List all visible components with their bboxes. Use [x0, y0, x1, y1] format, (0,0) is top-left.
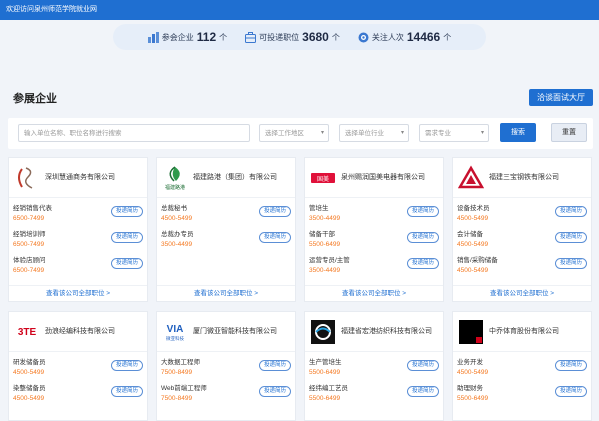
job-item: 大数据工程师 7500-8499 投递简历 [157, 356, 295, 380]
apply-button[interactable]: 投递简历 [407, 206, 439, 217]
job-item: 会计储备 4500-5499 投递简历 [453, 228, 591, 252]
apply-button[interactable]: 投递简历 [111, 232, 143, 243]
svg-text:VIA: VIA [167, 324, 184, 335]
job-item: 经纬编工艺员 5500-6499 投递简历 [305, 382, 443, 406]
apply-button[interactable]: 投递简历 [555, 206, 587, 217]
stat-views: 关注人次 14466 个 [358, 30, 451, 44]
job-item: 总裁办专员 3500-4499 投递简历 [157, 228, 295, 252]
company-logo: 3TE [13, 318, 41, 346]
company-grid: 深圳慧通商务有限公司 经销销售代表 6500-7499 投递简历 经销培训师 6… [8, 157, 593, 421]
buildings-icon [147, 31, 159, 43]
apply-button[interactable]: 投递简历 [407, 360, 439, 371]
company-card: 福建三宝钢铁有限公司 设备技术员 4500-5499 投递简历 会计储备 450… [452, 157, 592, 302]
apply-button[interactable]: 投递简历 [555, 258, 587, 269]
apply-button[interactable]: 投递简历 [259, 232, 291, 243]
apply-button[interactable]: 投递简历 [555, 386, 587, 397]
svg-text:3TE: 3TE [18, 327, 37, 338]
job-item: 生产管培生 5500-6499 投递简历 [305, 356, 443, 380]
top-bar: 欢迎访问泉州师范学院就业网 [0, 0, 599, 20]
apply-button[interactable]: 投递简历 [111, 258, 143, 269]
filter-bar: 输入单位名称、职位名称进行搜索 选择工作地区 ▾ 选择单位行业 ▾ 需求专业 ▾ 搜索… [8, 118, 593, 149]
keyword-search-input[interactable]: 输入单位名称、职位名称进行搜索 [18, 124, 250, 142]
chevron-down-icon: ▾ [320, 130, 324, 136]
eye-icon [358, 32, 369, 43]
company-name[interactable]: 厦门微亚智能科技有限公司 [193, 327, 277, 336]
stats-bar: 参会企业 112 个 可投递职位 3680 个 关注人次 14466 个 [113, 24, 486, 50]
welcome-text: 欢迎访问泉州师范学院就业网 [6, 6, 97, 13]
company-logo [457, 164, 485, 192]
apply-button[interactable]: 投递简历 [111, 360, 143, 371]
briefcase-icon [245, 31, 257, 43]
company-logo: 福建路港 [161, 164, 189, 192]
company-logo [13, 164, 41, 192]
company-logo: 国美 [309, 164, 337, 192]
apply-button[interactable]: 投递简历 [259, 360, 291, 371]
search-button[interactable]: 搜索 [500, 123, 536, 142]
job-item: 体验店顾问 6500-7499 投递简历 [9, 254, 147, 278]
company-name[interactable]: 中乔体育股份有限公司 [489, 327, 559, 336]
apply-button[interactable]: 投递简历 [407, 258, 439, 269]
section-title: 参展企业 [13, 93, 57, 105]
stat-positions: 可投递职位 3680 个 [245, 30, 340, 44]
company-card: 深圳慧通商务有限公司 经销销售代表 6500-7499 投递简历 经销培训师 6… [8, 157, 148, 302]
interview-hall-button[interactable]: 洽谈面试大厅 [529, 89, 593, 106]
job-item: 总裁秘书 4500-5499 投递简历 [157, 202, 295, 226]
apply-button[interactable]: 投递简历 [555, 360, 587, 371]
company-logo [309, 318, 337, 346]
job-item: 业务开发 4500-5499 投递简历 [453, 356, 591, 380]
area-select[interactable]: 选择工作地区 ▾ [259, 124, 329, 142]
company-name[interactable]: 福建三宝钢铁有限公司 [489, 173, 559, 182]
job-item: 研发储备员 4500-5499 投递简历 [9, 356, 147, 380]
apply-button[interactable]: 投递简历 [407, 386, 439, 397]
company-logo [457, 318, 485, 346]
view-all-jobs-link[interactable]: 查看该公司全部职位 > [305, 285, 443, 301]
apply-button[interactable]: 投递简历 [407, 232, 439, 243]
chevron-down-icon: ▾ [400, 130, 404, 136]
company-logo: VIA 微亚科技 [161, 318, 189, 346]
company-card: 福建路港 福建路港（集团）有限公司 总裁秘书 4500-5499 投递简历 总裁… [156, 157, 296, 302]
company-name[interactable]: 劲浪经编科技有限公司 [45, 327, 115, 336]
apply-button[interactable]: 投递简历 [259, 386, 291, 397]
company-name[interactable]: 福建省宏港纺织科技有限公司 [341, 327, 432, 336]
view-all-jobs-link[interactable]: 查看该公司全部职位 > [453, 285, 591, 301]
company-card: 国美 泉州赐润国美电器有限公司 管培生 3500-4499 投递简历 储备干部 … [304, 157, 444, 302]
job-item: 助理财务 5500-6499 投递简历 [453, 382, 591, 406]
company-name[interactable]: 泉州赐润国美电器有限公司 [341, 173, 425, 182]
major-select[interactable]: 需求专业 ▾ [419, 124, 489, 142]
job-item: 运营专员/主管 3500-4499 投递简历 [305, 254, 443, 278]
job-item: 染整储备员 4500-5499 投递简历 [9, 382, 147, 406]
company-name[interactable]: 福建路港（集团）有限公司 [193, 173, 277, 182]
job-item: 经销销售代表 6500-7499 投递简历 [9, 202, 147, 226]
svg-text:福建路港: 福建路港 [165, 184, 185, 191]
svg-text:微亚科技: 微亚科技 [166, 335, 184, 342]
job-item: Web前端工程师 7500-8499 投递简历 [157, 382, 295, 406]
apply-button[interactable]: 投递简历 [259, 206, 291, 217]
chevron-down-icon: ▾ [480, 130, 484, 136]
view-all-jobs-link[interactable]: 查看该公司全部职位 > [157, 285, 295, 301]
job-item: 经销培训师 6500-7499 投递简历 [9, 228, 147, 252]
apply-button[interactable]: 投递简历 [111, 206, 143, 217]
company-name[interactable]: 深圳慧通商务有限公司 [45, 173, 115, 182]
stat-companies: 参会企业 112 个 [147, 30, 227, 44]
apply-button[interactable]: 投递简历 [111, 386, 143, 397]
industry-select[interactable]: 选择单位行业 ▾ [339, 124, 409, 142]
job-item: 储备干部 5500-6499 投递简历 [305, 228, 443, 252]
svg-text:国美: 国美 [317, 175, 329, 183]
job-item: 设备技术员 4500-5499 投递简历 [453, 202, 591, 226]
view-all-jobs-link[interactable]: 查看该公司全部职位 > [9, 285, 147, 301]
reset-button[interactable]: 重置 [551, 123, 587, 142]
apply-button[interactable]: 投递简历 [555, 232, 587, 243]
job-item: 销售/采购储备 4500-5499 投递简历 [453, 254, 591, 278]
job-item: 管培生 3500-4499 投递简历 [305, 202, 443, 226]
